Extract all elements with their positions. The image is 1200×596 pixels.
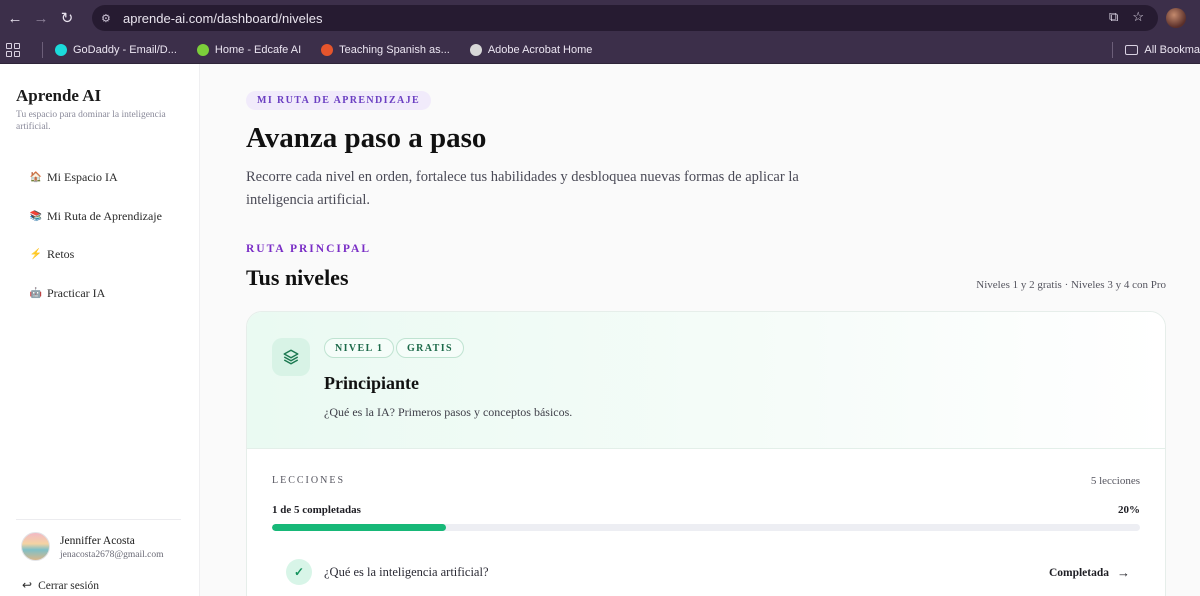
apps-grid-icon[interactable]: [6, 42, 20, 57]
bookmarks-divider: [1112, 42, 1114, 58]
logout-icon: ↩: [22, 578, 33, 592]
sidebar-item-label: Mi Ruta de Aprendizaje: [47, 209, 162, 223]
bookmark-teaching-spanish[interactable]: Teaching Spanish as...: [321, 43, 450, 56]
level-description: ¿Qué es la IA? Primeros pasos y concepto…: [324, 405, 573, 419]
back-icon[interactable]: ←: [4, 7, 26, 29]
brand-title[interactable]: Aprende AI: [16, 86, 101, 106]
levels-note: Niveles 1 y 2 gratis · Niveles 3 y 4 con…: [976, 279, 1166, 291]
progress-fill: [272, 524, 446, 531]
arrow-right-icon: →: [1117, 565, 1130, 580]
sidebar-item-label: Mi Espacio IA: [47, 170, 118, 184]
star-icon[interactable]: ☆: [1132, 9, 1144, 25]
sidebar-item-mi-espacio[interactable]: 🏠 Mi Espacio IA: [30, 170, 118, 185]
logout-label: Cerrar sesión: [38, 579, 100, 592]
lesson-item[interactable]: ✓ ¿Qué es la inteligencia artificial? Co…: [272, 552, 1140, 592]
teaching-spanish-icon: [321, 43, 334, 56]
bookmarks-divider: [42, 41, 43, 58]
avatar[interactable]: [21, 532, 50, 561]
progress-percent: 20%: [1118, 504, 1140, 516]
sidebar-item-mi-ruta[interactable]: 📚 Mi Ruta de Aprendizaje: [30, 209, 162, 224]
sidebar-item-label: Retos: [47, 247, 75, 261]
level-tag: NIVEL 1: [324, 338, 395, 358]
bookmark-godaddy[interactable]: GoDaddy - Email/D...: [55, 43, 177, 56]
all-bookmarks-label: All Bookma: [1144, 44, 1200, 56]
sidebar-divider: [16, 519, 181, 520]
house-icon: 🏠: [29, 172, 43, 183]
browser-toolbar: ← → ↻ ⚙ aprende-ai.com/dashboard/niveles…: [0, 0, 1200, 36]
lesson-status-label: Completada: [1048, 567, 1109, 579]
page-title: Avanza paso a paso: [246, 122, 487, 154]
bookmark-label: GoDaddy - Email/D...: [73, 43, 177, 56]
section-kicker: RUTA PRINCIPAL: [246, 243, 372, 255]
bookmark-adobe-acrobat[interactable]: Adobe Acrobat Home: [469, 43, 593, 56]
level-card: NIVEL 1 GRATIS Principiante ¿Qué es la I…: [246, 311, 1166, 596]
level-title: Principiante: [324, 373, 419, 393]
section-title: Tus niveles: [246, 265, 349, 290]
translate-icon[interactable]: ⧉: [1109, 9, 1118, 25]
bookmarks-bar: GoDaddy - Email/D... Home - Edcafe AI Te…: [0, 36, 1200, 64]
site-settings-icon[interactable]: ⚙: [101, 11, 115, 25]
lessons-count: 5 lecciones: [1090, 475, 1140, 487]
bookmark-label: Home - Edcafe AI: [214, 43, 302, 56]
books-icon: 📚: [29, 211, 43, 222]
lesson-status-link[interactable]: Completada →: [1049, 565, 1130, 581]
bookmark-label: Teaching Spanish as...: [339, 43, 450, 56]
user-name: Jenniffer Acosta: [60, 535, 135, 547]
robot-icon: 🤖: [29, 288, 43, 299]
godaddy-icon: [55, 43, 67, 56]
lessons-label: LECCIONES: [272, 475, 345, 486]
address-bar[interactable]: ⚙ aprende-ai.com/dashboard/niveles ⧉ ☆: [92, 5, 1158, 31]
section-pill: MI RUTA DE APRENDIZAJE: [246, 91, 432, 110]
free-tag: GRATIS: [396, 338, 465, 358]
url-text[interactable]: aprende-ai.com/dashboard/niveles: [123, 11, 322, 26]
sidebar-item-label: Practicar IA: [47, 286, 106, 300]
user-email: jenacosta2678@gmail.com: [60, 550, 164, 560]
lesson-title: ¿Qué es la inteligencia artificial?: [324, 565, 489, 579]
bookmark-edcafe[interactable]: Home - Edcafe AI: [196, 43, 302, 56]
globe-icon: [469, 43, 482, 56]
sidebar-item-retos[interactable]: ⚡ Retos: [29, 247, 75, 262]
check-icon: ✓: [286, 559, 312, 585]
sidebar: Aprende AI Tu espacio para dominar la in…: [0, 64, 200, 596]
bookmark-label: Adobe Acrobat Home: [487, 43, 593, 56]
progress-bar: [272, 524, 1140, 531]
edcafe-icon: [196, 43, 209, 56]
reload-icon[interactable]: ↻: [56, 7, 78, 29]
all-bookmarks[interactable]: All Bookma: [1112, 36, 1200, 64]
logout-button[interactable]: ↩ Cerrar sesión: [22, 578, 99, 593]
page-intro: Recorre cada nivel en orden, fortalece t…: [246, 169, 799, 208]
sidebar-item-practicar[interactable]: 🤖 Practicar IA: [29, 286, 106, 301]
main-content: MI RUTA DE APRENDIZAJE Avanza paso a pas…: [201, 64, 1200, 596]
level-card-header: NIVEL 1 GRATIS Principiante ¿Qué es la I…: [247, 312, 1165, 449]
layers-icon: [272, 338, 310, 376]
lightning-icon: ⚡: [29, 249, 43, 260]
brand-tagline: Tu espacio para dominar la inteligencia …: [16, 110, 166, 132]
progress-label: 1 de 5 completadas: [272, 504, 361, 516]
profile-avatar-icon[interactable]: [1166, 8, 1186, 28]
forward-icon[interactable]: →: [30, 7, 52, 29]
folder-icon: [1125, 45, 1139, 55]
